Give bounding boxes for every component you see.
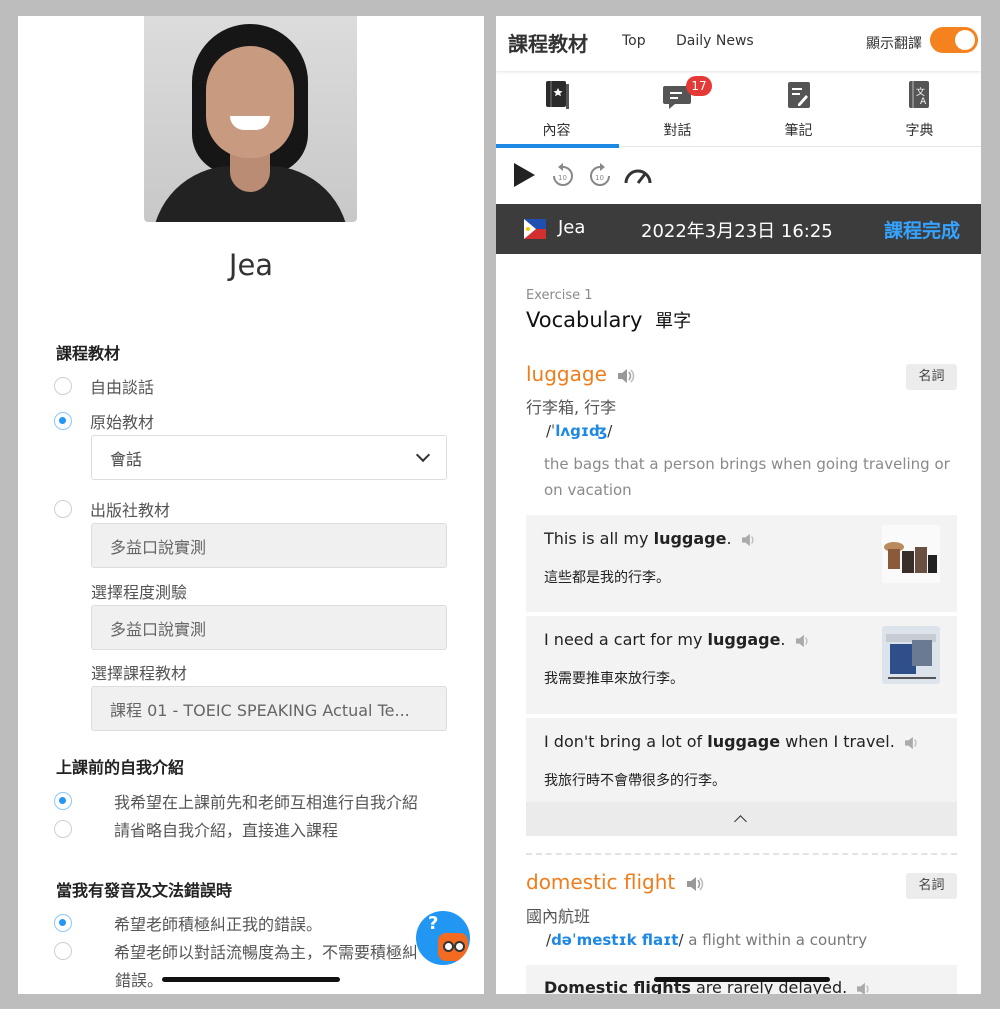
part-of-speech-tag: 名詞 — [906, 364, 957, 390]
chevron-down-icon — [415, 447, 431, 463]
tab-conversation[interactable]: 對話 — [617, 72, 738, 147]
radio-button[interactable] — [54, 942, 72, 960]
example-translation: 我旅行時不會帶很多的行李。 — [544, 773, 726, 789]
example-sentence: This is all my luggage. — [544, 529, 757, 548]
radio-fluency-first[interactable]: 希望老師以對話流暢度為主，不需要積極糾 — [54, 939, 418, 963]
tab-dictionary[interactable]: 文 A 字典 — [859, 72, 980, 147]
tab-content[interactable]: 內容 — [496, 72, 619, 148]
vocab-word: domestic flight — [526, 870, 704, 894]
help-chat-button[interactable]: ? — [416, 911, 470, 965]
exercise-title: Vocabulary 單字 — [526, 308, 692, 332]
speed-gauge-icon[interactable] — [623, 164, 653, 186]
material-section-title: 課程教材 — [56, 344, 121, 363]
word-ipa: /dəˈmestɪk flaɪt/ a flight within a coun… — [546, 931, 868, 949]
vocab-word: luggage — [526, 362, 635, 386]
speaker-icon[interactable] — [617, 368, 635, 384]
radio-button[interactable] — [54, 500, 72, 518]
lesson-material-panel: 課程教材 Top Daily News 顯示翻譯 內容 對話 筆記 文 A 字典… — [496, 16, 981, 994]
philippines-flag-icon — [524, 219, 546, 239]
svg-text:10: 10 — [558, 174, 567, 182]
radio-button[interactable] — [54, 820, 72, 838]
home-indicator — [162, 977, 340, 982]
tab-bar: 內容 對話 筆記 文 A 字典 — [496, 72, 981, 148]
question-icon: ? — [428, 913, 439, 934]
speaker-icon[interactable] — [856, 982, 872, 995]
radio-fluency-first-wrap: 錯誤。 — [115, 971, 164, 990]
translate-label: 顯示翻譯 — [866, 36, 922, 52]
book-icon — [546, 81, 569, 109]
level-label: 選擇程度測驗 — [91, 583, 188, 602]
word-definition: the bags that a person brings when going… — [544, 455, 950, 499]
speaker-icon[interactable] — [741, 533, 757, 547]
dictionary-icon: 文 A — [909, 81, 929, 108]
chat-count-badge: 17 — [686, 76, 712, 96]
original-material-select[interactable]: 會話 — [91, 435, 447, 480]
teacher-name: Jea — [228, 248, 274, 282]
radio-free-talk[interactable]: 自由談話 — [54, 374, 154, 398]
luggage-cart-photo — [882, 626, 940, 684]
page-title: 課程教材 — [508, 32, 588, 56]
word-translation: 國內航班 — [526, 907, 591, 926]
tab-notes[interactable]: 筆記 — [738, 72, 859, 147]
translate-toggle[interactable] — [930, 27, 978, 53]
chevron-up-icon — [734, 815, 747, 828]
radio-button-selected[interactable] — [54, 412, 72, 430]
radio-button-selected[interactable] — [54, 792, 72, 810]
lesson-teacher: Jea — [558, 217, 586, 238]
course-label: 選擇課程教材 — [91, 664, 188, 683]
intro-section-title: 上課前的自我介紹 — [56, 758, 185, 777]
part-of-speech-tag: 名詞 — [906, 873, 957, 899]
example-sentence: I need a cart for my luggage. — [544, 630, 811, 649]
top-bar: 課程教材 Top Daily News 顯示翻譯 — [496, 16, 981, 71]
word-ipa: /ˈlʌgɪʤ/ — [546, 422, 613, 440]
speaker-icon[interactable] — [686, 876, 704, 892]
radio-original-material[interactable]: 原始教材 — [54, 409, 154, 433]
home-indicator — [654, 977, 830, 982]
nav-link-daily-news[interactable]: Daily News — [676, 33, 754, 49]
course-select[interactable]: 課程 01 - TOEIC SPEAKING Actual Te... — [91, 686, 447, 731]
example-card: I don't bring a lot of luggage when I tr… — [526, 718, 957, 802]
lesson-datetime: 2022年3月23日 16:25 — [641, 221, 833, 242]
luggage-photo — [882, 525, 940, 583]
radio-intro-yes[interactable]: 我希望在上課前先和老師互相進行自我介紹 — [54, 789, 418, 813]
error-section-title: 當我有發音及文法錯誤時 — [56, 881, 233, 900]
speaker-icon[interactable] — [904, 736, 920, 750]
collapse-examples-button[interactable] — [526, 802, 957, 836]
speaker-icon[interactable] — [795, 634, 811, 648]
word-translation: 行李箱, 行李 — [526, 398, 617, 417]
teacher-photo — [144, 16, 357, 222]
example-translation: 我需要推車來放行李。 — [544, 671, 684, 687]
lesson-info-bar: Jea 2022年3月23日 16:25 課程完成 — [496, 204, 981, 254]
svg-text:10: 10 — [595, 174, 604, 182]
radio-correct-actively[interactable]: 希望老師積極糾正我的錯誤。 — [54, 911, 322, 935]
example-card: This is all my luggage. 這些都是我的行李。 — [526, 515, 957, 612]
play-icon[interactable] — [512, 162, 536, 188]
radio-publisher-material[interactable]: 出版社教材 — [54, 497, 170, 521]
example-card: I need a cart for my luggage. 我需要推車來放行李。 — [526, 616, 957, 714]
divider — [526, 853, 957, 855]
radio-button-selected[interactable] — [54, 914, 72, 932]
note-icon — [788, 82, 810, 108]
publisher-select[interactable]: 多益口說實測 — [91, 523, 447, 568]
example-sentence: I don't bring a lot of luggage when I tr… — [544, 732, 920, 751]
svg-text:A: A — [920, 97, 927, 107]
audio-player: 10 10 — [496, 148, 981, 203]
radio-intro-skip[interactable]: 請省略自我介紹，直接進入課程 — [54, 817, 338, 841]
forward-10-icon[interactable]: 10 — [588, 162, 612, 188]
example-translation: 這些都是我的行李。 — [544, 570, 670, 586]
exercise-label: Exercise 1 — [526, 288, 593, 303]
radio-button[interactable] — [54, 377, 72, 395]
nav-link-top[interactable]: Top — [622, 33, 646, 49]
rewind-10-icon[interactable]: 10 — [551, 162, 575, 188]
level-select[interactable]: 多益口說實測 — [91, 605, 447, 650]
lesson-status: 課程完成 — [884, 220, 961, 242]
booking-settings-panel: Jea 課程教材 自由談話 原始教材 會話 出版社教材 多益口說實測 選擇程度測… — [18, 16, 484, 994]
